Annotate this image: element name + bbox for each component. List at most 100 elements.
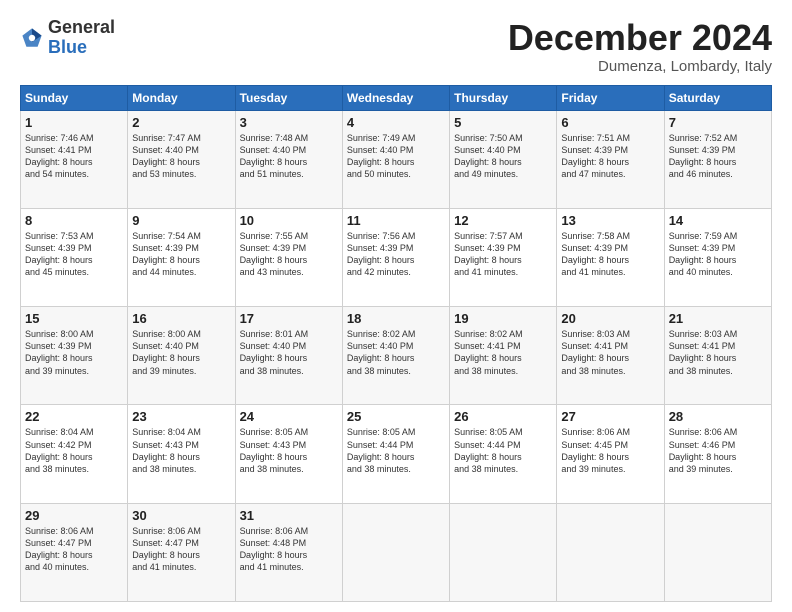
cell-content: Sunrise: 7:53 AMSunset: 4:39 PMDaylight:… [25,230,123,279]
day-number: 22 [25,409,123,424]
cell-content: Sunrise: 8:06 AMSunset: 4:45 PMDaylight:… [561,426,659,475]
cell-content: Sunrise: 8:04 AMSunset: 4:42 PMDaylight:… [25,426,123,475]
calendar-cell: 31 Sunrise: 8:06 AMSunset: 4:48 PMDayligh… [235,503,342,601]
logo: General Blue [20,18,115,58]
week-row-5: 29 Sunrise: 8:06 AMSunset: 4:47 PMDayligh… [21,503,772,601]
calendar-cell: 20 Sunrise: 8:03 AMSunset: 4:41 PMDayligh… [557,307,664,405]
day-number: 23 [132,409,230,424]
cell-content: Sunrise: 7:55 AMSunset: 4:39 PMDaylight:… [240,230,338,279]
logo-blue-text: Blue [48,37,87,57]
cell-content: Sunrise: 7:50 AMSunset: 4:40 PMDaylight:… [454,132,552,181]
day-number: 31 [240,508,338,523]
cell-content: Sunrise: 8:05 AMSunset: 4:43 PMDaylight:… [240,426,338,475]
day-header-friday: Friday [557,85,664,110]
cell-content: Sunrise: 8:02 AMSunset: 4:40 PMDaylight:… [347,328,445,377]
cell-content: Sunrise: 8:03 AMSunset: 4:41 PMDaylight:… [669,328,767,377]
week-row-2: 8Sunrise: 7:53 AMSunset: 4:39 PMDaylight… [21,208,772,306]
day-number: 13 [561,213,659,228]
day-header-thursday: Thursday [450,85,557,110]
cell-content: Sunrise: 8:04 AMSunset: 4:43 PMDaylight:… [132,426,230,475]
calendar-cell: 4 Sunrise: 7:49 AMSunset: 4:40 PMDaylight… [342,110,449,208]
day-number: 4 [347,115,445,130]
calendar-cell: 15 Sunrise: 8:00 AMSunset: 4:39 PMDayligh… [21,307,128,405]
calendar-cell: 29 Sunrise: 8:06 AMSunset: 4:47 PMDayligh… [21,503,128,601]
days-header-row: SundayMondayTuesdayWednesdayThursdayFrid… [21,85,772,110]
calendar-cell [450,503,557,601]
calendar-cell: 10Sunrise: 7:55 AMSunset: 4:39 PMDayligh… [235,208,342,306]
day-number: 9 [132,213,230,228]
calendar-cell: 21Sunrise: 8:03 AMSunset: 4:41 PMDayligh… [664,307,771,405]
calendar-page: General Blue December 2024 Dumenza, Lomb… [0,0,792,612]
calendar-cell: 6 Sunrise: 7:51 AMSunset: 4:39 PMDaylight… [557,110,664,208]
location: Dumenza, Lombardy, Italy [508,58,772,75]
calendar-cell: 23 Sunrise: 8:04 AMSunset: 4:43 PMDayligh… [128,405,235,503]
day-number: 16 [132,311,230,326]
day-number: 2 [132,115,230,130]
cell-content: Sunrise: 8:02 AMSunset: 4:41 PMDaylight:… [454,328,552,377]
day-number: 29 [25,508,123,523]
cell-content: Sunrise: 8:06 AMSunset: 4:47 PMDaylight:… [132,525,230,574]
day-number: 17 [240,311,338,326]
cell-content: Sunrise: 7:48 AMSunset: 4:40 PMDaylight:… [240,132,338,181]
day-number: 1 [25,115,123,130]
cell-content: Sunrise: 7:49 AMSunset: 4:40 PMDaylight:… [347,132,445,181]
calendar-cell: 2 Sunrise: 7:47 AMSunset: 4:40 PMDaylight… [128,110,235,208]
calendar-body: 1 Sunrise: 7:46 AMSunset: 4:41 PMDaylight… [21,110,772,601]
cell-content: Sunrise: 7:51 AMSunset: 4:39 PMDaylight:… [561,132,659,181]
calendar-cell: 12Sunrise: 7:57 AMSunset: 4:39 PMDayligh… [450,208,557,306]
cell-content: Sunrise: 7:59 AMSunset: 4:39 PMDaylight:… [669,230,767,279]
calendar-cell: 8Sunrise: 7:53 AMSunset: 4:39 PMDaylight… [21,208,128,306]
cell-content: Sunrise: 8:00 AMSunset: 4:39 PMDaylight:… [25,328,123,377]
calendar-cell: 16 Sunrise: 8:00 AMSunset: 4:40 PMDayligh… [128,307,235,405]
calendar-cell: 30 Sunrise: 8:06 AMSunset: 4:47 PMDayligh… [128,503,235,601]
day-number: 12 [454,213,552,228]
calendar-cell [342,503,449,601]
day-number: 15 [25,311,123,326]
cell-content: Sunrise: 8:06 AMSunset: 4:47 PMDaylight:… [25,525,123,574]
cell-content: Sunrise: 7:47 AMSunset: 4:40 PMDaylight:… [132,132,230,181]
calendar-header: SundayMondayTuesdayWednesdayThursdayFrid… [21,85,772,110]
header: General Blue December 2024 Dumenza, Lomb… [20,18,772,75]
calendar-cell: 7Sunrise: 7:52 AMSunset: 4:39 PMDaylight… [664,110,771,208]
calendar-cell: 18 Sunrise: 8:02 AMSunset: 4:40 PMDayligh… [342,307,449,405]
calendar-cell: 28Sunrise: 8:06 AMSunset: 4:46 PMDayligh… [664,405,771,503]
day-number: 26 [454,409,552,424]
calendar-cell [664,503,771,601]
cell-content: Sunrise: 8:05 AMSunset: 4:44 PMDaylight:… [454,426,552,475]
cell-content: Sunrise: 7:58 AMSunset: 4:39 PMDaylight:… [561,230,659,279]
day-header-saturday: Saturday [664,85,771,110]
week-row-1: 1 Sunrise: 7:46 AMSunset: 4:41 PMDaylight… [21,110,772,208]
logo-general-text: General [48,17,115,37]
day-number: 5 [454,115,552,130]
day-number: 25 [347,409,445,424]
day-number: 19 [454,311,552,326]
day-number: 27 [561,409,659,424]
cell-content: Sunrise: 8:01 AMSunset: 4:40 PMDaylight:… [240,328,338,377]
calendar-cell: 19 Sunrise: 8:02 AMSunset: 4:41 PMDayligh… [450,307,557,405]
day-number: 7 [669,115,767,130]
day-number: 14 [669,213,767,228]
cell-content: Sunrise: 8:05 AMSunset: 4:44 PMDaylight:… [347,426,445,475]
cell-content: Sunrise: 7:46 AMSunset: 4:41 PMDaylight:… [25,132,123,181]
title-block: December 2024 Dumenza, Lombardy, Italy [508,18,772,75]
calendar-cell: 26 Sunrise: 8:05 AMSunset: 4:44 PMDayligh… [450,405,557,503]
day-number: 20 [561,311,659,326]
day-number: 6 [561,115,659,130]
calendar-cell: 22 Sunrise: 8:04 AMSunset: 4:42 PMDayligh… [21,405,128,503]
cell-content: Sunrise: 7:56 AMSunset: 4:39 PMDaylight:… [347,230,445,279]
cell-content: Sunrise: 7:54 AMSunset: 4:39 PMDaylight:… [132,230,230,279]
day-number: 11 [347,213,445,228]
cell-content: Sunrise: 8:00 AMSunset: 4:40 PMDaylight:… [132,328,230,377]
day-number: 18 [347,311,445,326]
day-number: 30 [132,508,230,523]
day-header-monday: Monday [128,85,235,110]
calendar-cell: 9 Sunrise: 7:54 AMSunset: 4:39 PMDaylight… [128,208,235,306]
calendar-cell: 14 Sunrise: 7:59 AMSunset: 4:39 PMDayligh… [664,208,771,306]
calendar-cell: 1 Sunrise: 7:46 AMSunset: 4:41 PMDaylight… [21,110,128,208]
cell-content: Sunrise: 8:06 AMSunset: 4:46 PMDaylight:… [669,426,767,475]
cell-content: Sunrise: 8:06 AMSunset: 4:48 PMDaylight:… [240,525,338,574]
calendar-cell: 5 Sunrise: 7:50 AMSunset: 4:40 PMDaylight… [450,110,557,208]
week-row-4: 22 Sunrise: 8:04 AMSunset: 4:42 PMDayligh… [21,405,772,503]
cell-content: Sunrise: 8:03 AMSunset: 4:41 PMDaylight:… [561,328,659,377]
calendar-cell: 27 Sunrise: 8:06 AMSunset: 4:45 PMDayligh… [557,405,664,503]
